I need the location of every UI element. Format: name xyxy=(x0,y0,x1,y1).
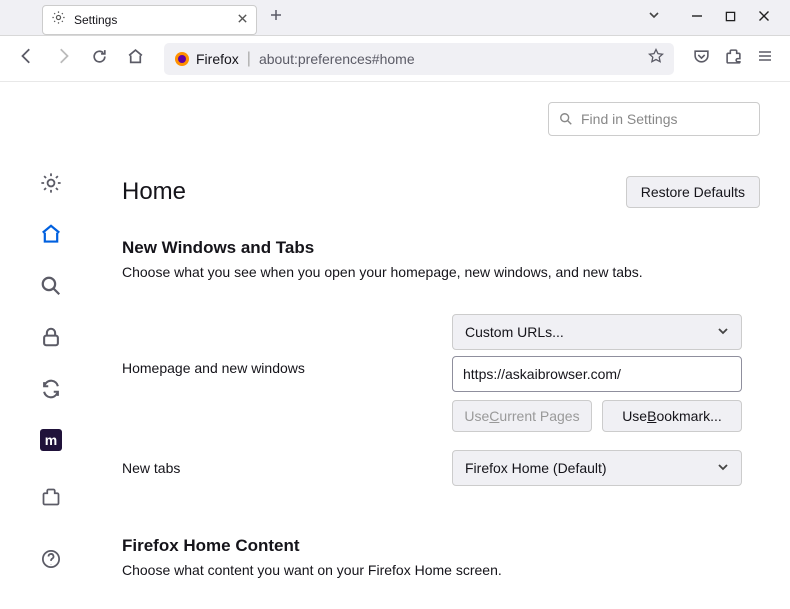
settings-search-placeholder: Find in Settings xyxy=(581,111,678,127)
tab-menu-chevron-icon[interactable] xyxy=(647,8,661,27)
close-window-icon[interactable] xyxy=(758,9,770,27)
sidebar-home-icon[interactable] xyxy=(31,220,71,250)
reload-button[interactable] xyxy=(86,48,112,70)
window-controls xyxy=(691,9,790,27)
page-title: Home xyxy=(122,178,626,206)
section-home-content-title: Firefox Home Content xyxy=(122,536,760,556)
gear-icon xyxy=(51,10,66,30)
firefox-icon xyxy=(174,51,190,67)
maximize-icon[interactable] xyxy=(725,9,736,27)
settings-page: m Find in Settings Home Restore Defaults… xyxy=(0,82,790,609)
minimize-icon[interactable] xyxy=(691,9,703,27)
settings-sidebar: m xyxy=(0,82,102,609)
tab-close-icon[interactable] xyxy=(237,13,248,27)
homepage-url-value: https://askaibrowser.com/ xyxy=(463,366,621,382)
settings-search-input[interactable]: Find in Settings xyxy=(548,102,760,136)
section-new-windows-desc: Choose what you see when you open your h… xyxy=(122,264,760,280)
sidebar-privacy-icon[interactable] xyxy=(31,323,71,353)
sidebar-help-icon[interactable] xyxy=(31,539,71,579)
use-bookmark-button[interactable]: Use Bookmark... xyxy=(602,400,742,432)
browser-tab[interactable]: Settings xyxy=(42,5,257,35)
chevron-down-icon xyxy=(717,460,729,476)
sidebar-extensions-icon[interactable] xyxy=(31,477,71,517)
section-home-content-desc: Choose what content you want on your Fir… xyxy=(122,562,760,578)
pocket-icon[interactable] xyxy=(690,48,712,70)
chevron-down-icon xyxy=(717,324,729,340)
restore-defaults-button[interactable]: Restore Defaults xyxy=(626,176,760,208)
sidebar-sync-icon[interactable] xyxy=(31,374,71,404)
newtabs-dropdown-value: Firefox Home (Default) xyxy=(465,460,607,476)
newtabs-dropdown[interactable]: Firefox Home (Default) xyxy=(452,450,742,486)
homepage-url-input[interactable]: https://askaibrowser.com/ xyxy=(452,356,742,392)
back-button[interactable] xyxy=(14,47,40,70)
new-tab-button[interactable] xyxy=(269,8,283,27)
settings-content: Find in Settings Home Restore Defaults N… xyxy=(102,82,790,609)
homepage-label: Homepage and new windows xyxy=(122,314,452,376)
newtabs-label: New tabs xyxy=(122,460,452,476)
menu-icon[interactable] xyxy=(754,48,776,69)
sidebar-general-icon[interactable] xyxy=(31,168,71,198)
urlbar-separator: | xyxy=(247,50,251,68)
urlbar-url: about:preferences#home xyxy=(259,51,642,67)
extensions-icon[interactable] xyxy=(722,48,744,70)
bookmark-star-icon[interactable] xyxy=(648,48,664,69)
sidebar-mozilla-icon[interactable]: m xyxy=(31,426,71,456)
tab-title: Settings xyxy=(74,13,229,27)
navigation-toolbar: Firefox | about:preferences#home xyxy=(0,36,790,82)
home-button[interactable] xyxy=(122,48,148,70)
urlbar-identity: Firefox xyxy=(196,51,239,67)
use-current-pages-button[interactable]: Use Current Pages xyxy=(452,400,592,432)
sidebar-search-icon[interactable] xyxy=(31,271,71,301)
homepage-dropdown[interactable]: Custom URLs... xyxy=(452,314,742,350)
homepage-dropdown-value: Custom URLs... xyxy=(465,324,564,340)
forward-button xyxy=(50,47,76,70)
section-new-windows-title: New Windows and Tabs xyxy=(122,238,760,258)
url-bar[interactable]: Firefox | about:preferences#home xyxy=(164,43,674,75)
tab-bar: Settings xyxy=(0,0,790,36)
